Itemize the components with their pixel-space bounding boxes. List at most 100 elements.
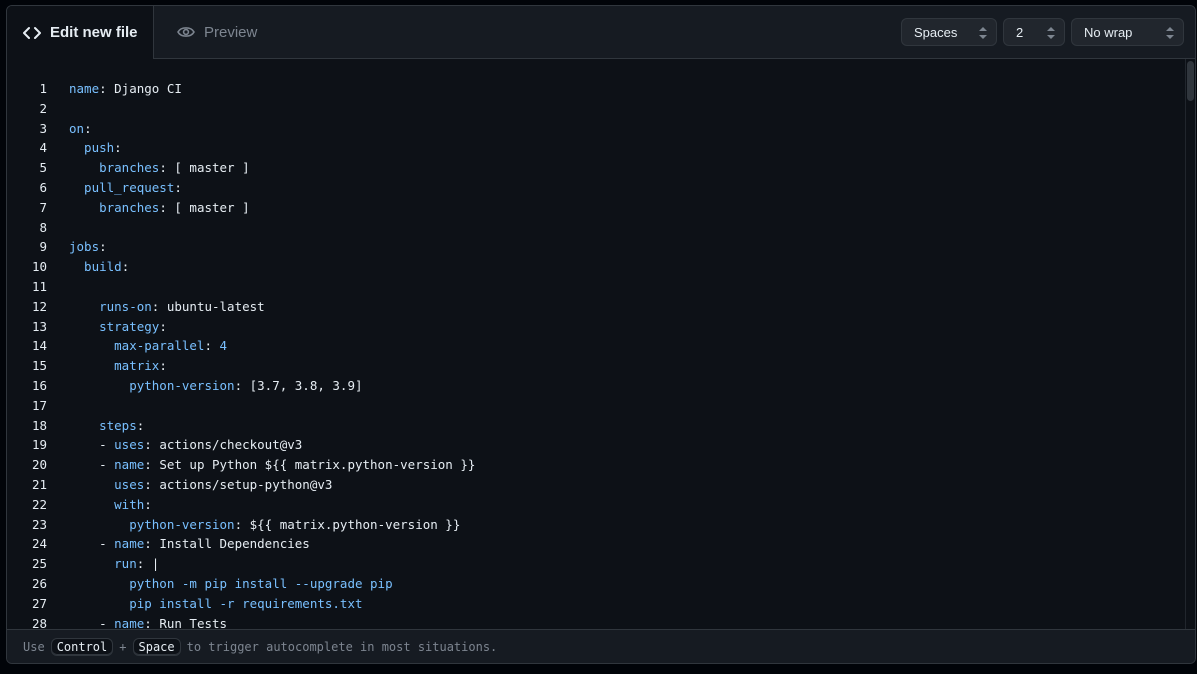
eye-icon [177, 25, 195, 39]
yaml-value: : [159, 318, 167, 334]
line-number: 22 [31, 496, 47, 512]
indent-mode-value: Spaces [914, 24, 958, 40]
yaml-value: : ubuntu-latest [151, 298, 265, 314]
scrollbar-thumb[interactable] [1187, 61, 1194, 101]
yaml-key: matrix [69, 358, 160, 374]
yaml-value: : Django CI [99, 81, 182, 96]
list-dash: - [69, 457, 115, 473]
yaml-key: max-parallel [69, 338, 205, 354]
indent-mode-select[interactable]: Spaces [901, 18, 997, 46]
yaml-key: uses [69, 477, 145, 492]
yaml-value: : [99, 239, 107, 255]
yaml-key: python-version [69, 516, 235, 532]
line-content: max-parallel: 4 [69, 336, 227, 356]
line-number: 3 [39, 120, 47, 136]
yaml-value: : [204, 338, 220, 354]
line-content: python-version: [3.7, 3.8, 3.9] [69, 376, 363, 396]
yaml-value: python -m pip install --upgrade pip [69, 576, 393, 591]
line-number: 15 [31, 358, 47, 374]
yaml-key: strategy [69, 318, 160, 334]
up-down-arrows-icon [1165, 26, 1175, 40]
line-content: - uses: actions/checkout@v3 [69, 435, 302, 455]
line-number: 1 [39, 81, 47, 96]
line-number: 27 [31, 595, 47, 611]
line-content: name: Django CI [69, 79, 182, 99]
up-down-arrows-icon [978, 26, 988, 40]
line-number: 26 [31, 576, 47, 591]
line-content: matrix: [69, 356, 167, 376]
yaml-value: : Set up Python ${{ matrix.python-versio… [144, 457, 476, 473]
editor-scrollbar[interactable] [1185, 59, 1195, 631]
hint-plus: + [119, 639, 127, 654]
line-content: jobs: [69, 237, 107, 257]
editor-footer-hint: Use Control + Space to trigger autocompl… [7, 629, 1195, 663]
yaml-value: : actions/setup-python@v3 [144, 477, 333, 492]
yaml-value: : ${{ matrix.python-version }} [234, 516, 461, 532]
yaml-number: 4 [219, 338, 228, 354]
tab-preview-label: Preview [204, 23, 258, 41]
line-number: 18 [31, 417, 47, 433]
line-number: 4 [39, 140, 47, 156]
yaml-key: name [69, 81, 100, 96]
line-number: 2 [39, 100, 47, 116]
line-content: steps: [69, 416, 144, 436]
line-content: pip install -r requirements.txt [69, 594, 363, 614]
line-number: 23 [31, 516, 47, 532]
yaml-value: : actions/checkout@v3 [144, 437, 303, 453]
line-number: 14 [31, 338, 47, 354]
up-down-arrows-icon [1046, 26, 1056, 40]
hint-suffix: to trigger autocomplete in most situatio… [186, 639, 498, 654]
line-content: on: [69, 119, 92, 139]
line-content: with: [69, 495, 152, 515]
code-editor[interactable]: 1 name: Django CI 2 3 on: 4 push: 5 branches: … [7, 59, 1187, 631]
tab-edit-new-file[interactable]: Edit new file [7, 6, 154, 59]
yaml-key: build [69, 259, 122, 275]
yaml-key: name [114, 457, 145, 473]
line-content: run: | [69, 554, 159, 574]
list-dash: - [69, 536, 115, 552]
yaml-key: run [69, 556, 137, 572]
yaml-key: steps [69, 417, 137, 433]
hint-prefix: Use [23, 639, 45, 654]
line-number: 9 [39, 239, 47, 255]
list-dash: - [69, 437, 115, 453]
wrap-mode-value: No wrap [1084, 24, 1133, 40]
line-number: 17 [31, 397, 47, 413]
yaml-key: runs-on [69, 298, 152, 314]
line-number: 11 [31, 279, 47, 294]
yaml-value: : | [136, 556, 160, 572]
editor-header: Edit new file Preview Spaces 2 No wrap [7, 6, 1195, 59]
wrap-mode-select[interactable]: No wrap [1071, 18, 1184, 46]
kbd-control: Control [50, 637, 114, 656]
line-number: 8 [39, 219, 47, 235]
line-content: pull_request: [69, 178, 182, 198]
line-number: 13 [31, 318, 47, 334]
yaml-value: : [3.7, 3.8, 3.9] [234, 378, 363, 393]
yaml-key: uses [114, 437, 145, 453]
line-content: - name: Install Dependencies [69, 534, 310, 554]
tab-edit-label: Edit new file [50, 24, 138, 41]
yaml-value: : [ master ] [159, 199, 250, 215]
line-number: 7 [39, 199, 47, 215]
line-number: 25 [31, 556, 47, 572]
kbd-space: Space [132, 637, 181, 656]
line-number: 20 [31, 457, 47, 473]
line-content: strategy: [69, 317, 167, 337]
line-content: branches: [ master ] [69, 198, 250, 218]
code-icon [23, 26, 41, 40]
tab-preview[interactable]: Preview [177, 6, 257, 58]
line-number: 21 [31, 477, 47, 492]
yaml-value: : [ master ] [159, 160, 250, 176]
yaml-key: pull_request [69, 180, 175, 195]
indent-size-select[interactable]: 2 [1003, 18, 1065, 46]
yaml-value: : [159, 358, 167, 374]
yaml-value: : [114, 140, 122, 156]
yaml-key: python-version [69, 378, 235, 393]
yaml-value: pip install -r requirements.txt [69, 595, 363, 611]
line-number: 6 [39, 180, 47, 195]
yaml-value: : [144, 496, 152, 512]
line-number: 16 [31, 378, 47, 393]
line-number: 10 [31, 259, 47, 275]
file-editor: Edit new file Preview Spaces 2 No wrap 1… [6, 5, 1196, 664]
yaml-value: : [136, 417, 145, 433]
